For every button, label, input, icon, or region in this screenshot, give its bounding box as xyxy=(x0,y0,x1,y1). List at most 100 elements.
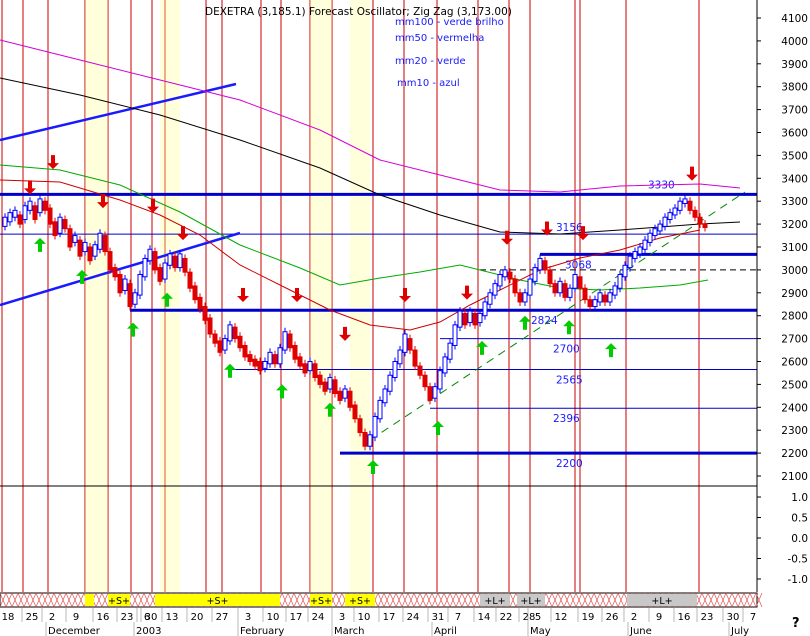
price-tick-label: 2600 xyxy=(781,357,808,369)
candle-body xyxy=(282,331,288,351)
candle-body xyxy=(92,244,98,257)
price-tick-label: 3400 xyxy=(781,173,808,185)
candle-body xyxy=(202,306,208,321)
signal-strip: +S+ +S+ +S+ +S+ +L+ +L+ +L+ xyxy=(0,592,763,608)
candle-body xyxy=(187,271,193,289)
date-tick-label: 31 xyxy=(432,612,445,623)
candle-body xyxy=(672,207,678,216)
legend-mm100: mm100 - verde brilho xyxy=(395,17,504,28)
date-tick-label: 19 xyxy=(582,612,595,623)
candle-body xyxy=(452,324,458,346)
candle-body xyxy=(477,312,483,324)
date-tick-label: 14 xyxy=(478,612,491,623)
candle-body xyxy=(572,273,578,289)
candle-body xyxy=(632,251,638,259)
osc-tick-label: -1.0 xyxy=(788,574,809,586)
month-label: December xyxy=(48,626,101,636)
date-tick-label: 9 xyxy=(656,612,662,623)
level-label: 2565 xyxy=(556,375,583,387)
candle-body xyxy=(72,235,78,243)
candle-body xyxy=(17,214,23,225)
date-tick-label: 24 xyxy=(407,612,420,623)
price-tick-label: 3100 xyxy=(781,242,808,254)
candle-body xyxy=(207,317,213,335)
candle-body xyxy=(527,278,533,296)
date-tick-label: 10 xyxy=(358,612,371,623)
candle-body xyxy=(147,248,153,262)
signal-label: +L+ xyxy=(484,596,505,607)
signal-label: +S+ xyxy=(349,596,371,607)
candle-body xyxy=(287,333,293,349)
candle-body xyxy=(362,431,368,447)
candle-body xyxy=(557,280,563,294)
candle-body xyxy=(377,399,383,420)
date-tick-label: 5 xyxy=(535,612,541,623)
candle-body xyxy=(562,283,568,298)
candle-body xyxy=(62,219,68,230)
candle-body xyxy=(697,216,703,225)
candle-body xyxy=(352,404,358,420)
date-tick-label: 27 xyxy=(216,612,229,623)
candle-body xyxy=(567,287,573,298)
candle-body xyxy=(192,285,198,301)
price-tick-label: 3800 xyxy=(781,82,808,94)
candle-body xyxy=(267,351,273,365)
price-tick-label: 2800 xyxy=(781,311,808,323)
candle-body xyxy=(542,260,548,271)
price-tick-label: 2200 xyxy=(781,448,808,460)
date-tick-label: 22 xyxy=(500,612,513,623)
price-tick-label: 4100 xyxy=(781,13,808,25)
candle-body xyxy=(602,294,608,303)
candle-body xyxy=(262,361,268,369)
candle-body xyxy=(502,269,508,278)
price-tick-label: 3000 xyxy=(781,265,808,277)
candle-body xyxy=(212,333,218,344)
date-tick-label: 16 xyxy=(678,612,691,623)
level-label: 2200 xyxy=(556,458,583,470)
osc-tick-label: -0.5 xyxy=(788,554,809,566)
candle-body xyxy=(497,273,503,287)
candle-body xyxy=(432,386,438,399)
candle-body xyxy=(597,292,603,303)
candle-body xyxy=(277,347,283,365)
date-tick-label: 2 xyxy=(49,612,55,623)
candle-body xyxy=(427,386,433,401)
candle-body xyxy=(47,207,53,225)
candle-body xyxy=(322,381,328,392)
candle-body xyxy=(662,216,668,227)
candle-body xyxy=(442,356,448,374)
candle-body xyxy=(102,235,108,253)
candle-body xyxy=(447,342,453,360)
date-tick-label: 2 xyxy=(631,612,637,623)
price-tick-label: 2400 xyxy=(781,402,808,414)
month-label: May xyxy=(530,626,551,636)
candle-body xyxy=(27,200,33,211)
price-tick-label: 3200 xyxy=(781,219,808,231)
chart-background xyxy=(0,0,810,636)
candle-body xyxy=(317,374,323,385)
signal-label: +L+ xyxy=(651,596,672,607)
candle-body xyxy=(387,374,393,392)
candle-body xyxy=(67,228,73,248)
price-tick-label: 2100 xyxy=(781,471,808,483)
date-tick-label: 24 xyxy=(312,612,325,623)
date-tick-label: 12 xyxy=(555,612,568,623)
date-tick-label: 7 xyxy=(750,612,756,623)
date-tick-label: 10 xyxy=(267,612,280,623)
unknown-marker: ? xyxy=(792,616,800,631)
candle-body xyxy=(357,418,363,433)
candle-body xyxy=(32,205,38,221)
candle-body xyxy=(407,338,413,351)
candle-body xyxy=(372,415,378,438)
candle-body xyxy=(182,257,188,273)
candle-body xyxy=(647,232,653,243)
candle-body xyxy=(312,363,318,379)
candle-body xyxy=(607,292,613,303)
candle-body xyxy=(347,390,353,408)
candle-body xyxy=(482,301,488,317)
price-tick-label: 2500 xyxy=(781,379,808,391)
candle-body xyxy=(582,287,588,301)
date-tick-label: 20 xyxy=(191,612,204,623)
candle-body xyxy=(107,251,113,271)
date-tick-label: 13 xyxy=(166,612,179,623)
